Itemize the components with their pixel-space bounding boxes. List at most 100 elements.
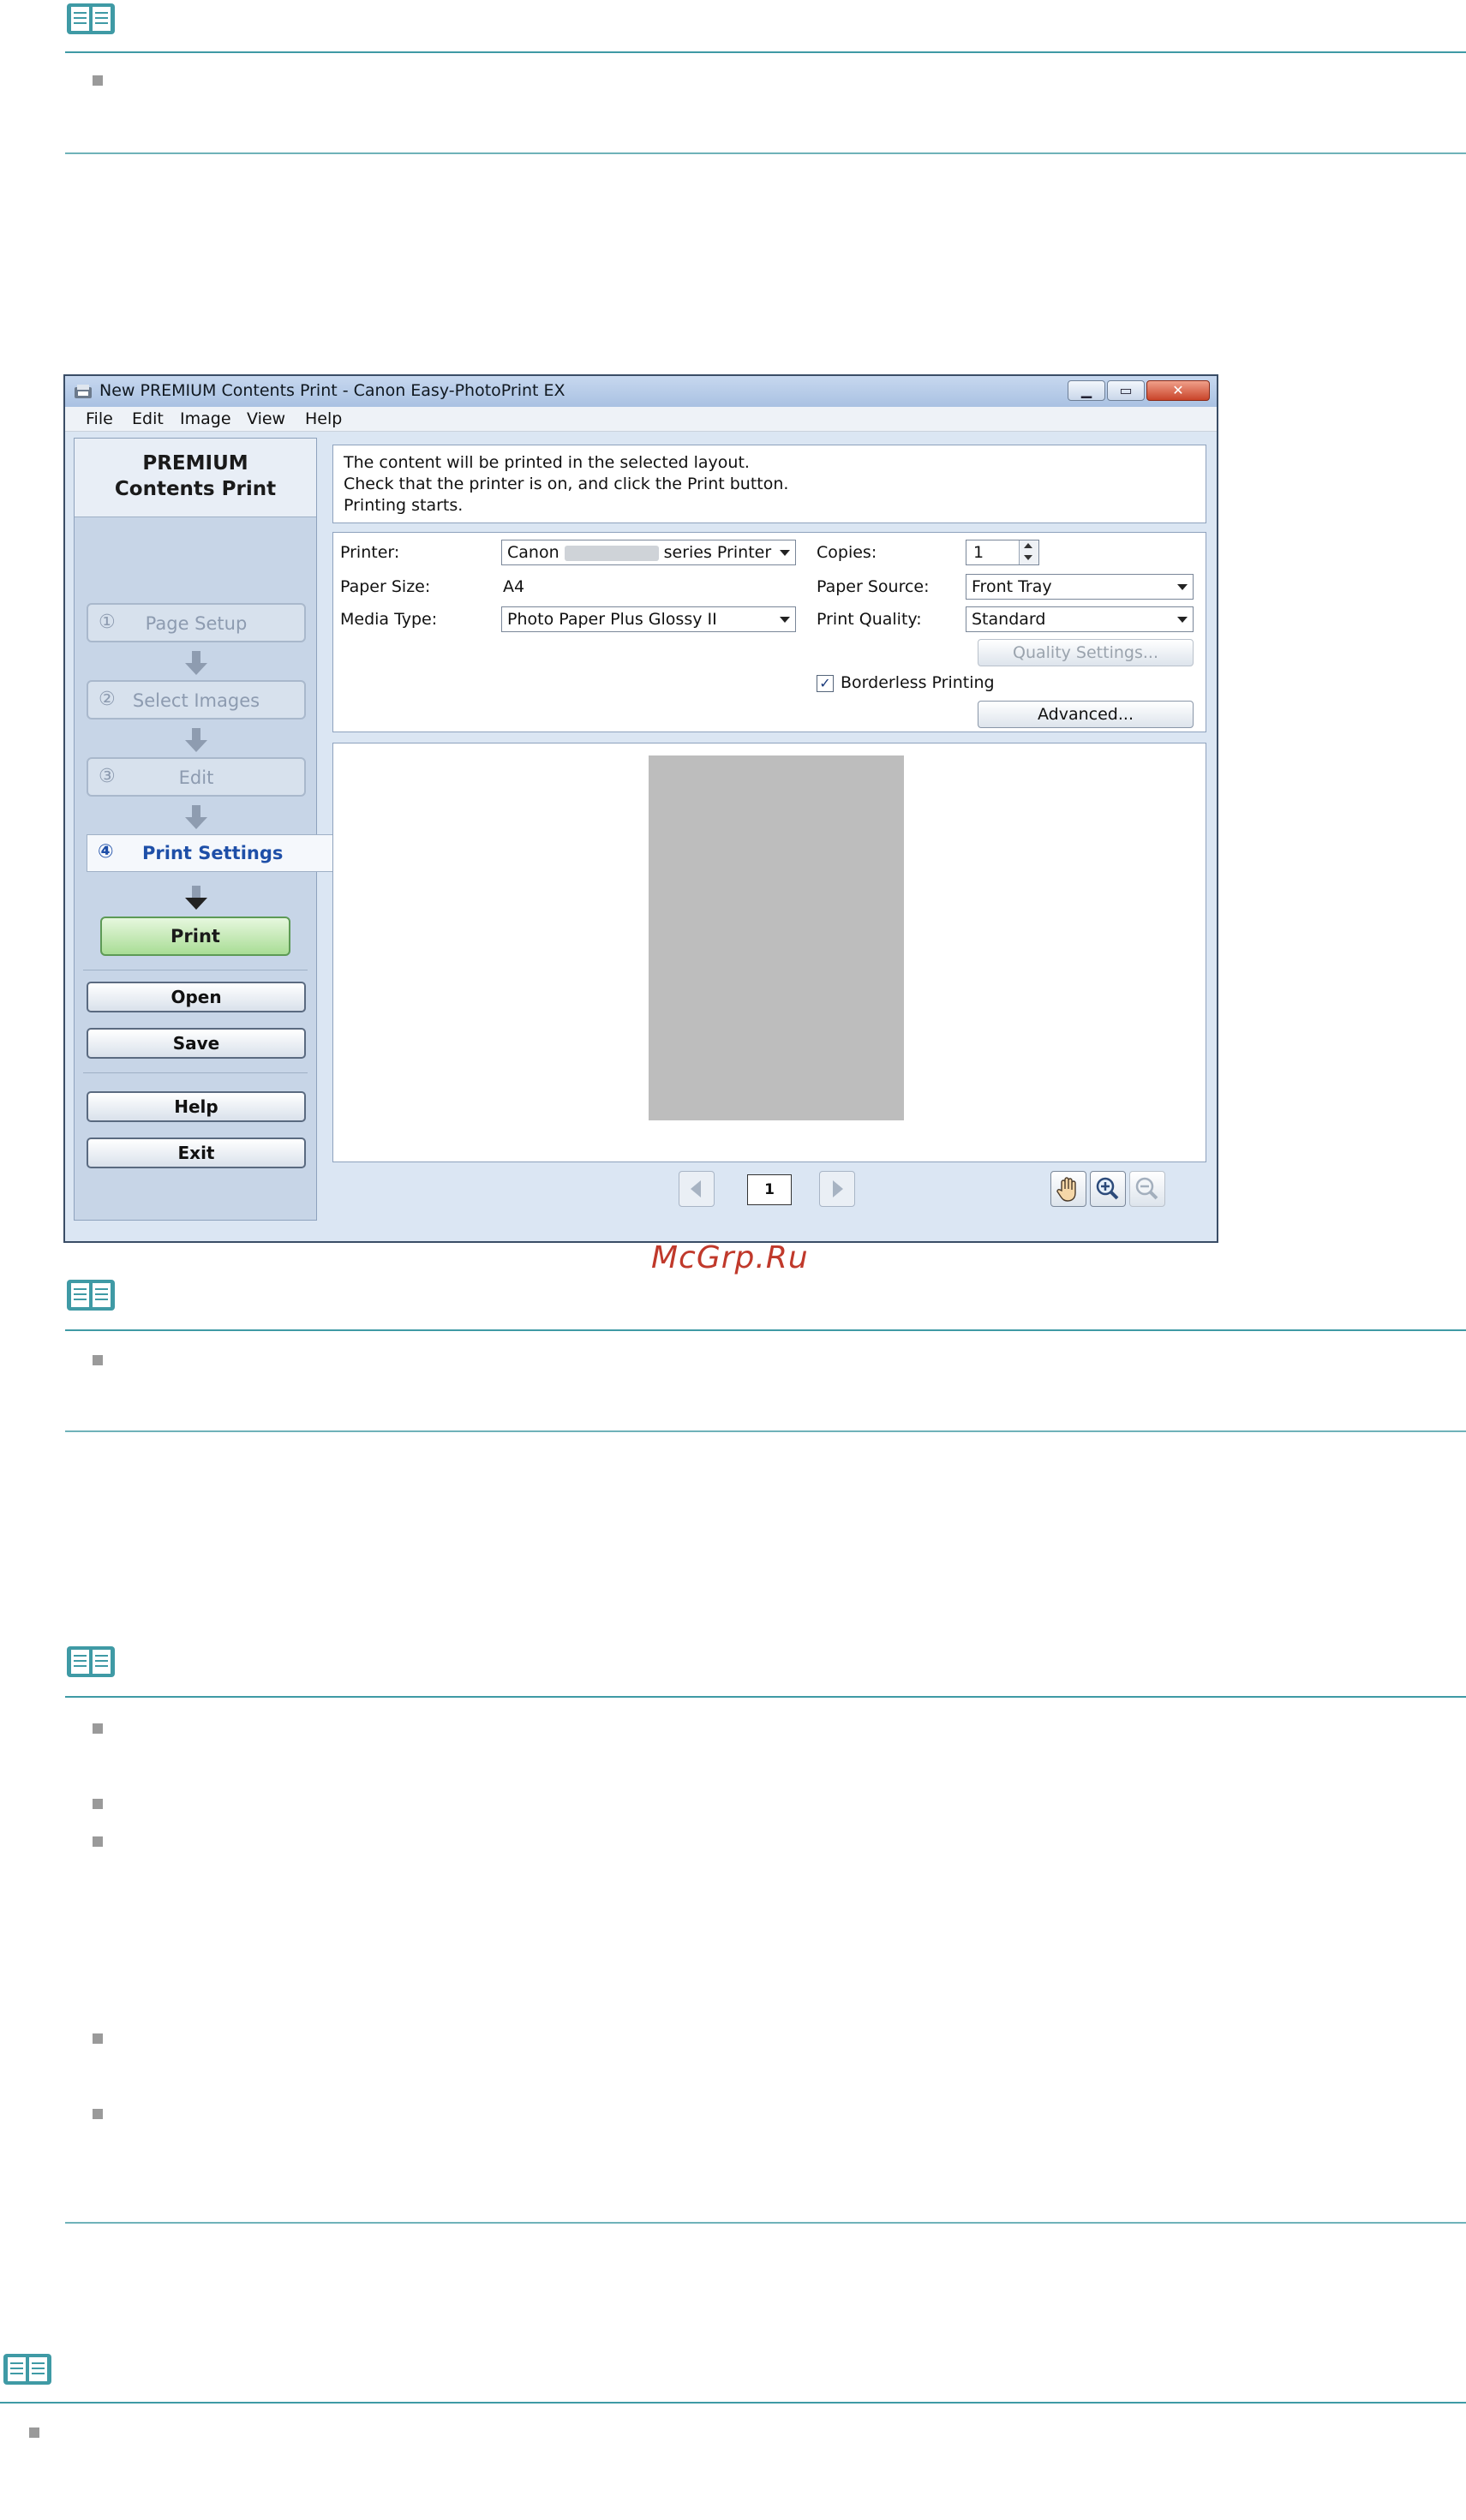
hand-tool-button[interactable] <box>1050 1171 1086 1207</box>
title-bar: New PREMIUM Contents Print - Canon Easy-… <box>65 376 1217 407</box>
hand-icon <box>1056 1177 1076 1202</box>
menu-edit[interactable]: Edit <box>132 409 164 428</box>
step-number: ④ <box>98 841 114 863</box>
maximize-icon: ▭ <box>1119 382 1133 398</box>
copies-value: 1 <box>973 543 984 562</box>
left-pane-title: PREMIUM Contents Print <box>75 439 316 517</box>
instruction-line: The content will be printed in the selec… <box>344 453 750 472</box>
maximize-button[interactable]: ▭ <box>1107 380 1145 401</box>
quality-settings-button[interactable]: Quality Settings... <box>978 639 1194 666</box>
exit-button[interactable]: Exit <box>87 1138 306 1168</box>
note-end-divider <box>65 1430 1466 1432</box>
spin-down-icon <box>1024 555 1032 560</box>
list-bullet <box>29 2427 39 2438</box>
zoom-out-button[interactable] <box>1129 1171 1165 1207</box>
print-quality-select[interactable]: Standard <box>966 606 1194 632</box>
paper-size-label: Paper Size: <box>340 577 431 596</box>
menu-help[interactable]: Help <box>305 409 342 428</box>
arrow-down-icon <box>185 728 207 752</box>
menu-image[interactable]: Image <box>180 409 231 428</box>
copies-stepper[interactable]: 1 <box>966 540 1039 565</box>
print-quality-label: Print Quality: <box>817 610 922 629</box>
minimize-button[interactable]: ▁ <box>1068 380 1105 401</box>
menu-view[interactable]: View <box>247 409 285 428</box>
note-icon <box>67 3 115 34</box>
note-divider <box>65 1696 1466 1698</box>
left-title-line1: PREMIUM <box>142 452 248 475</box>
spin-up-icon <box>1024 543 1032 548</box>
page-preview <box>649 755 904 1120</box>
zoom-in-button[interactable] <box>1090 1171 1126 1207</box>
step-label: Edit <box>178 767 214 788</box>
note-end-divider <box>65 152 1466 154</box>
chevron-down-icon <box>1177 584 1188 590</box>
watermark: McGrp.Ru <box>651 1240 809 1275</box>
redacted-model <box>564 545 659 561</box>
print-quality-value: Standard <box>972 610 1046 629</box>
menu-bar: File Edit Image View Help <box>65 407 1217 432</box>
borderless-label: Borderless Printing <box>841 673 995 692</box>
paper-source-value: Front Tray <box>972 577 1052 596</box>
close-button[interactable]: ✕ <box>1146 380 1210 401</box>
help-button[interactable]: Help <box>87 1091 306 1122</box>
arrow-left-icon <box>691 1180 701 1197</box>
chevron-down-icon <box>1177 617 1188 623</box>
window-title: New PREMIUM Contents Print - Canon Easy-… <box>99 381 565 400</box>
left-title-line2: Contents Print <box>114 478 277 500</box>
save-button[interactable]: Save <box>87 1028 306 1059</box>
copies-label: Copies: <box>817 543 877 562</box>
list-bullet <box>93 75 103 86</box>
step-label: Select Images <box>132 690 260 711</box>
app-window: New PREMIUM Contents Print - Canon Easy-… <box>63 374 1218 1243</box>
zoom-out-icon <box>1135 1177 1158 1200</box>
divider <box>83 1072 308 1073</box>
printer-select[interactable]: Canon series Printer <box>501 540 796 565</box>
arrow-right-icon <box>833 1180 843 1197</box>
next-page-button[interactable] <box>819 1171 855 1207</box>
step-label: Page Setup <box>145 613 248 634</box>
list-bullet <box>93 1836 103 1847</box>
borderless-checkbox[interactable]: ✓ <box>817 675 834 692</box>
note-icon <box>67 1646 115 1677</box>
printer-value-suffix: series Printer <box>663 543 772 562</box>
list-bullet <box>93 2109 103 2119</box>
close-icon: ✕ <box>1172 382 1184 398</box>
paper-source-label: Paper Source: <box>817 577 930 596</box>
arrow-down-icon <box>185 651 207 675</box>
media-type-label: Media Type: <box>340 610 438 629</box>
app-icon <box>75 385 92 398</box>
print-settings-panel: Printer: Canon series Printer Paper Size:… <box>332 532 1206 732</box>
note-icon <box>67 1280 115 1311</box>
chevron-down-icon <box>780 617 790 623</box>
menu-file[interactable]: File <box>86 409 113 428</box>
advanced-button[interactable]: Advanced... <box>978 701 1194 728</box>
open-button[interactable]: Open <box>87 982 306 1012</box>
list-bullet <box>93 1355 103 1365</box>
chevron-down-icon <box>780 550 790 556</box>
previous-page-button[interactable] <box>679 1171 715 1207</box>
paper-size-value: A4 <box>503 577 525 596</box>
page-number-field[interactable]: 1 <box>747 1174 792 1205</box>
note-divider <box>65 51 1466 53</box>
paper-source-select[interactable]: Front Tray <box>966 574 1194 600</box>
printer-label: Printer: <box>340 543 400 562</box>
note-divider <box>65 1329 1466 1331</box>
list-bullet <box>93 1799 103 1809</box>
zoom-in-icon <box>1096 1177 1119 1200</box>
arrow-down-icon <box>185 886 207 910</box>
printer-value-prefix: Canon <box>507 543 559 562</box>
step-label: Print Settings <box>142 843 284 863</box>
minimize-icon: ▁ <box>1080 382 1092 398</box>
instructions-panel: The content will be printed in the selec… <box>332 445 1206 523</box>
print-button[interactable]: Print <box>100 917 290 956</box>
step-edit-button[interactable]: ③ Edit <box>87 757 306 797</box>
step-select-images-button[interactable]: ② Select Images <box>87 680 306 720</box>
list-bullet <box>93 1723 103 1734</box>
media-type-select[interactable]: Photo Paper Plus Glossy II <box>501 606 796 632</box>
step-print-settings-active[interactable]: ④ Print Settings <box>87 834 333 872</box>
note-end-divider <box>65 2222 1466 2224</box>
note-divider <box>0 2402 1466 2404</box>
spin-buttons[interactable] <box>1019 540 1038 564</box>
print-preview-panel <box>332 743 1206 1162</box>
step-page-setup-button[interactable]: ① Page Setup <box>87 603 306 642</box>
